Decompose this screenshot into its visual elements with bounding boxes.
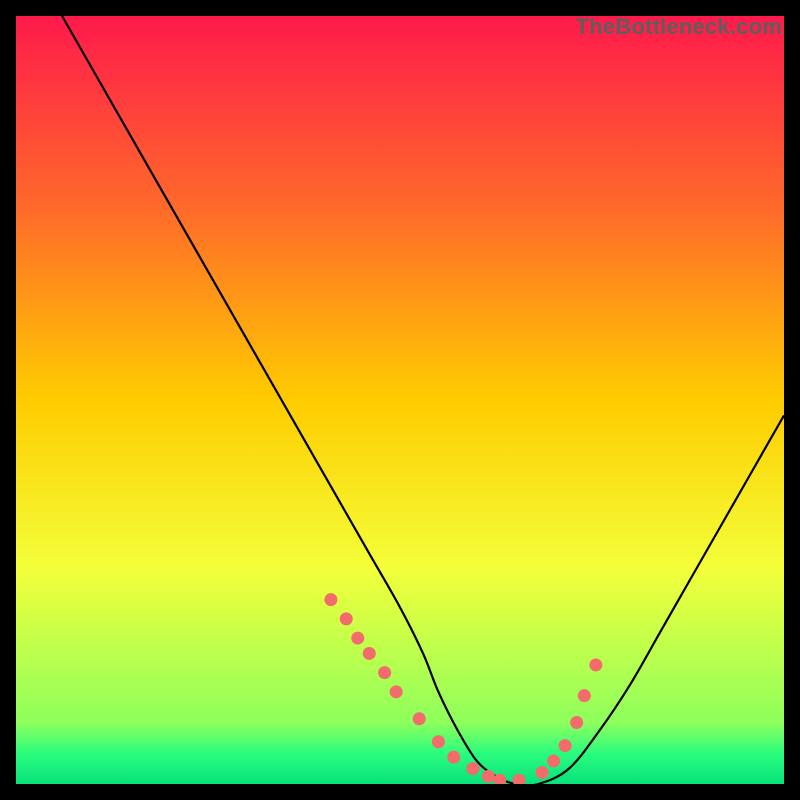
marker-dot xyxy=(536,766,549,779)
marker-dot xyxy=(559,739,572,752)
marker-dot xyxy=(466,762,479,775)
bottleneck-chart xyxy=(16,16,784,784)
watermark-text: TheBottleneck.com xyxy=(576,14,782,40)
marker-dot xyxy=(570,716,583,729)
marker-dot xyxy=(324,593,337,606)
gradient-background xyxy=(16,16,784,784)
marker-dot xyxy=(482,770,495,783)
chart-frame: TheBottleneck.com xyxy=(16,16,784,784)
marker-dot xyxy=(578,689,591,702)
marker-dot xyxy=(447,751,460,764)
marker-dot xyxy=(351,632,364,645)
marker-dot xyxy=(363,647,376,660)
marker-dot xyxy=(378,666,391,679)
marker-dot xyxy=(547,754,560,767)
marker-dot xyxy=(340,612,353,625)
marker-dot xyxy=(390,685,403,698)
marker-dot xyxy=(432,735,445,748)
marker-dot xyxy=(413,712,426,725)
marker-dot xyxy=(589,658,602,671)
